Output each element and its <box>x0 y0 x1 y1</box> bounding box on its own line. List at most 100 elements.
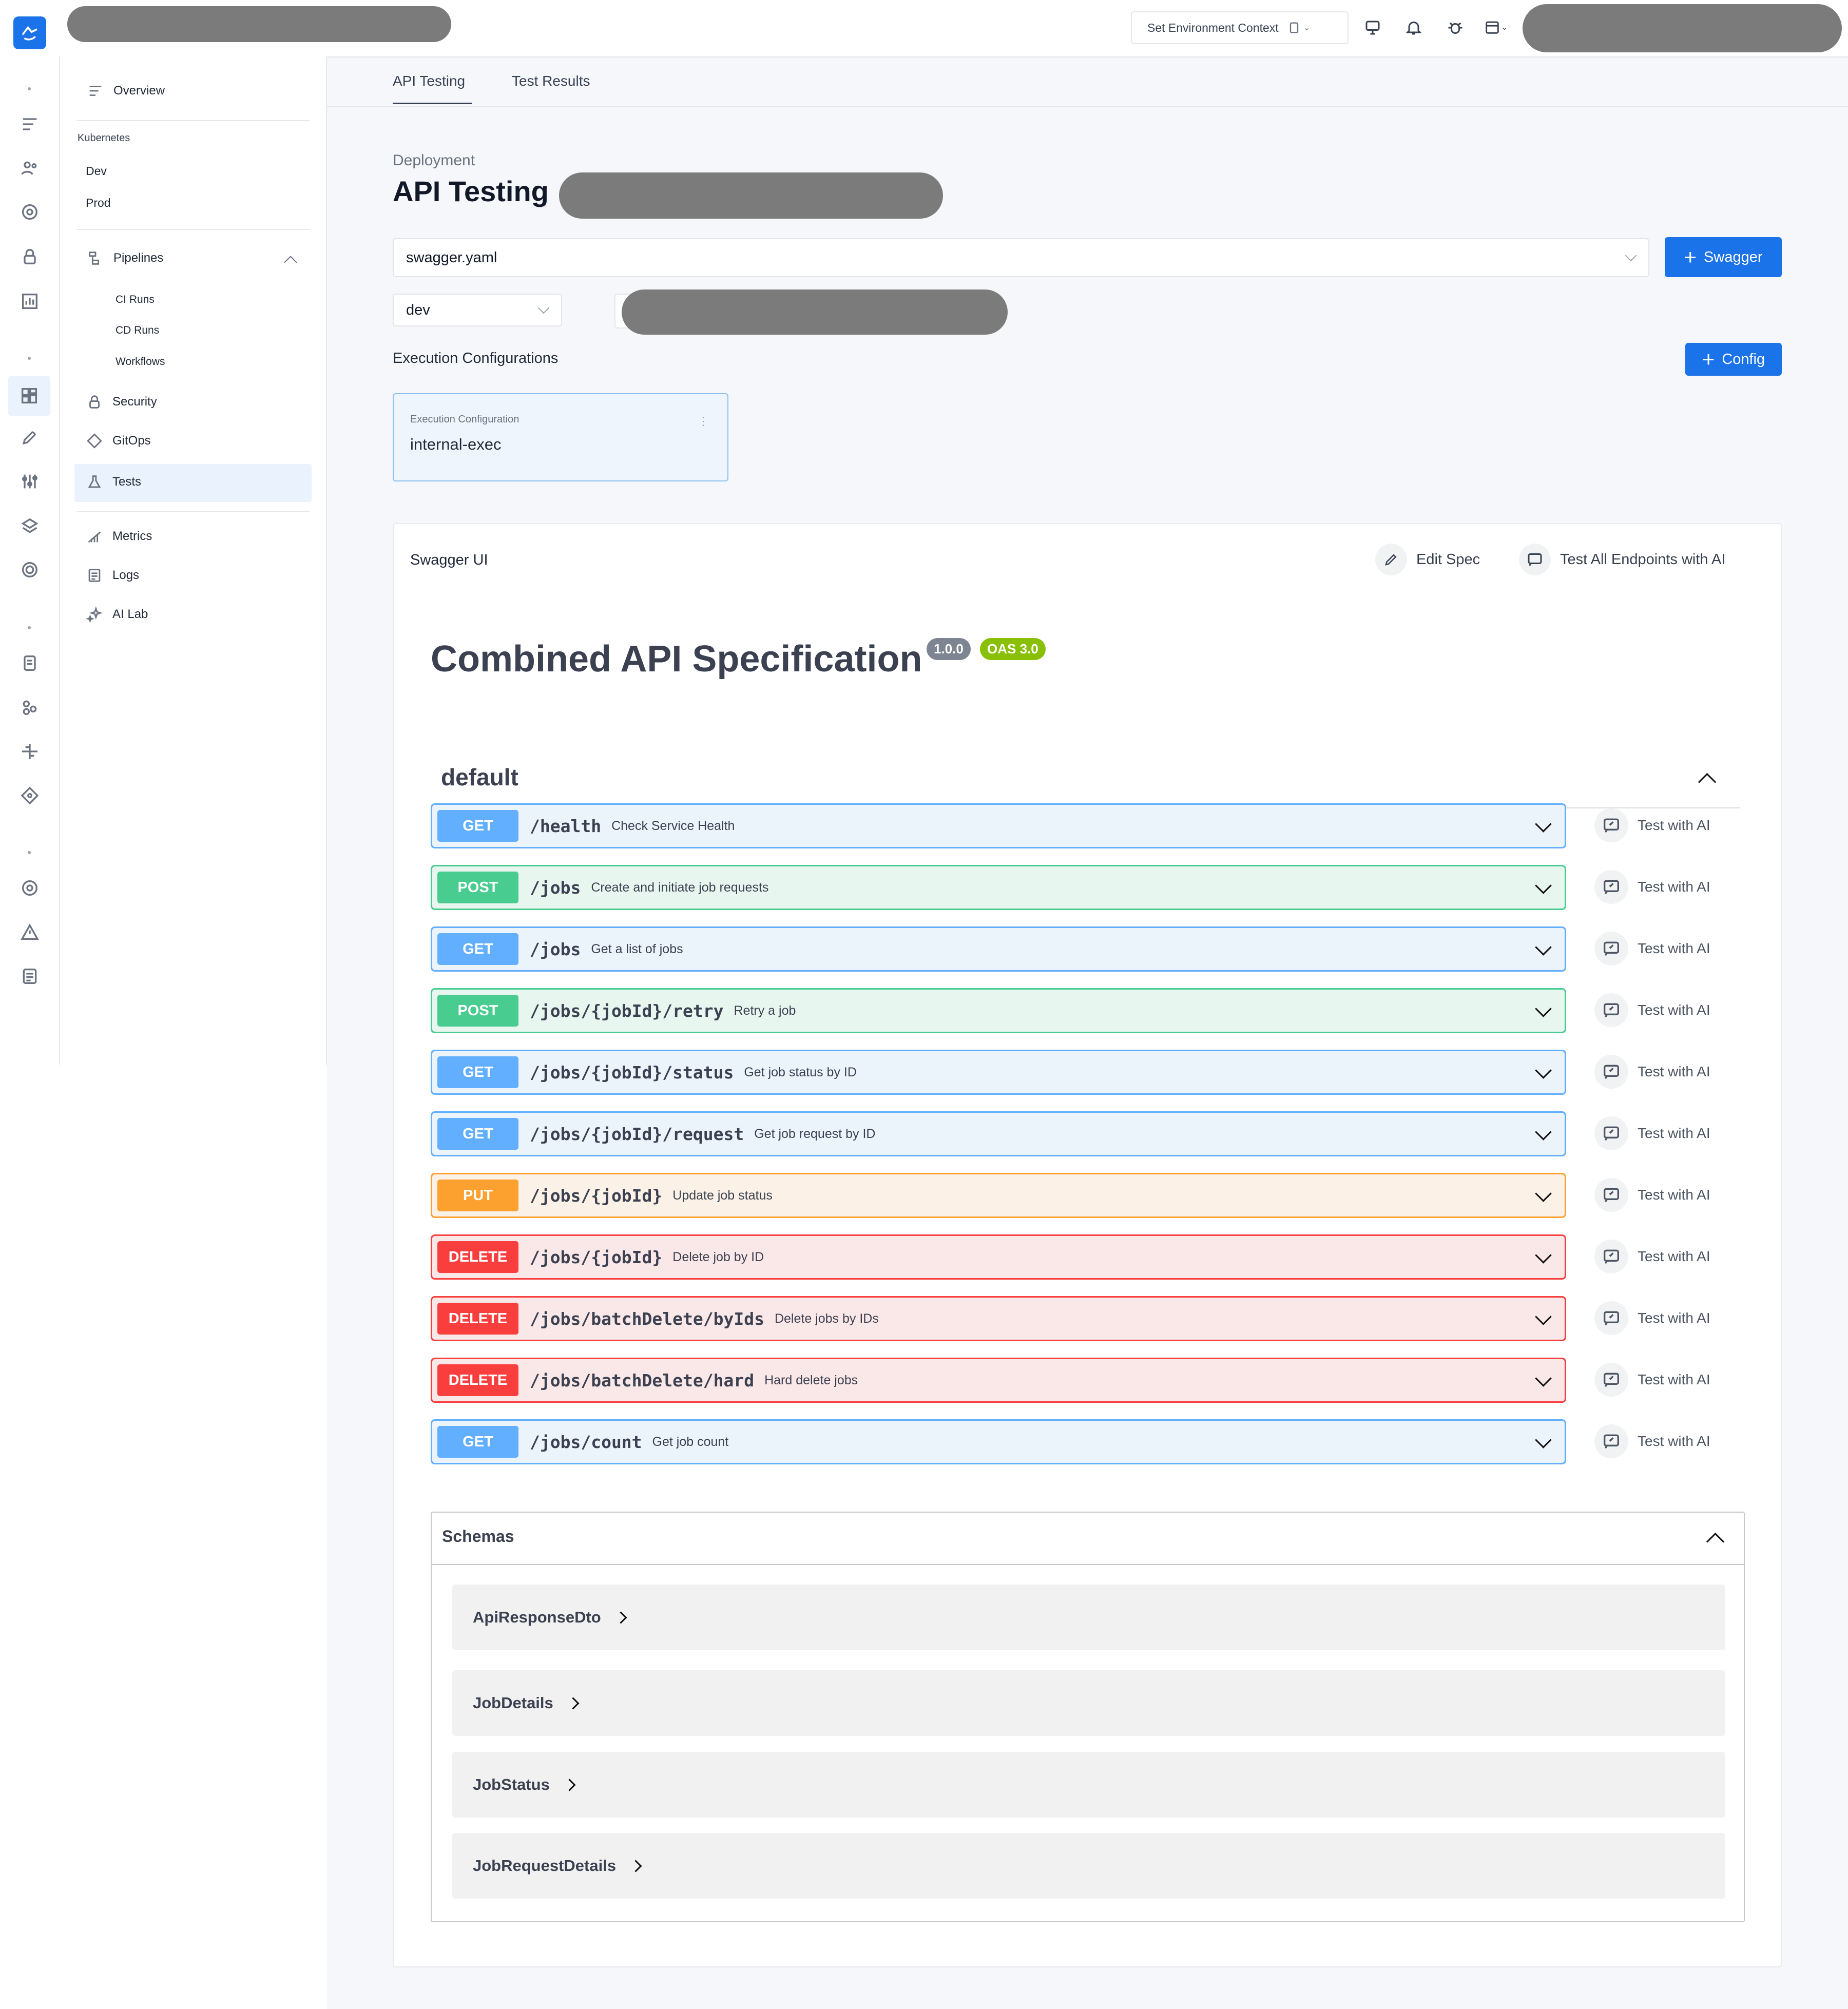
env-context-button[interactable]: Set Environment Context ⌄ <box>1131 11 1349 44</box>
edit-spec-button[interactable]: Edit Spec <box>1375 544 1480 575</box>
operation-path: /jobs/count <box>530 1432 642 1452</box>
gear-icon[interactable] <box>18 201 41 223</box>
chevron-down-icon[interactable] <box>1535 1247 1552 1264</box>
nav-item-ai-lab[interactable]: AI Lab <box>86 606 148 623</box>
chart-icon[interactable] <box>18 290 41 313</box>
chevron-down-icon[interactable] <box>1535 1062 1552 1079</box>
operation-row[interactable]: POST/jobs Create and initiate job request… <box>431 865 1566 910</box>
schema-row[interactable]: ApiResponseDto <box>452 1585 1725 1650</box>
chevron-down-icon[interactable] <box>1535 1370 1552 1387</box>
operation-row[interactable]: GET/jobs/{jobId}/request Get job request … <box>431 1111 1566 1156</box>
nav-item-logs[interactable]: Logs <box>86 567 139 584</box>
monitor-icon[interactable] <box>1363 18 1382 40</box>
add-swagger-button[interactable]: + Swagger <box>1665 237 1782 277</box>
schema-row[interactable]: JobRequestDetails <box>452 1833 1725 1899</box>
chevron-down-icon[interactable] <box>1535 1000 1552 1017</box>
plugins-icon[interactable] <box>18 740 41 763</box>
tab-api-testing[interactable]: API Testing <box>393 73 465 89</box>
test-with-ai-button[interactable]: Test with AI <box>1594 1116 1710 1150</box>
bug-icon[interactable] <box>1446 18 1465 40</box>
test-with-ai-button[interactable]: Test with AI <box>1594 870 1710 904</box>
nav-item-security[interactable]: Security <box>86 393 157 411</box>
kebab-menu-icon[interactable]: ⋮ <box>698 415 709 428</box>
dashboard-icon[interactable] <box>8 376 50 416</box>
tag-default[interactable]: default <box>431 746 1740 808</box>
chevron-right-icon[interactable] <box>563 1778 576 1791</box>
nav-item-dev[interactable]: Dev <box>86 164 107 178</box>
nav-item-cd-runs[interactable]: CD Runs <box>116 324 159 337</box>
operation-row[interactable]: GET/health Check Service Health <box>431 803 1566 848</box>
chevron-up-icon[interactable] <box>284 256 297 269</box>
sliders-icon[interactable] <box>18 470 41 493</box>
nav-item-prod[interactable]: Prod <box>86 196 111 210</box>
operation-row[interactable]: DELETE/jobs/batchDelete/byIds Delete jobs… <box>431 1296 1566 1341</box>
schema-name: JobStatus <box>473 1775 550 1793</box>
chevron-down-icon[interactable] <box>1535 816 1552 833</box>
operation-row[interactable]: PUT/jobs/{jobId} Update job status <box>431 1173 1566 1218</box>
nav-item-overview[interactable]: Overview <box>87 82 165 100</box>
bell-icon[interactable] <box>1404 18 1423 40</box>
git-icon[interactable] <box>18 784 41 807</box>
tab-test-results[interactable]: Test Results <box>512 73 590 89</box>
operation-row[interactable]: DELETE/jobs/batchDelete/hard Hard delete … <box>431 1358 1566 1403</box>
operation-row[interactable]: GET/jobs/{jobId}/status Get job status by… <box>431 1050 1566 1095</box>
users-icon[interactable] <box>18 157 41 180</box>
chevron-right-icon[interactable] <box>629 1859 642 1872</box>
chevron-down-icon[interactable] <box>1535 1308 1552 1325</box>
chevron-right-icon[interactable] <box>614 1611 627 1624</box>
spec-select[interactable]: swagger.yaml <box>393 238 1649 277</box>
nav-item-tests[interactable]: Tests <box>74 464 312 502</box>
test-with-ai-button[interactable]: Test with AI <box>1594 1424 1710 1458</box>
nav-item-gitops[interactable]: GitOps <box>86 432 151 450</box>
nav-item-workflows[interactable]: Workflows <box>116 356 165 368</box>
nav-item-metrics[interactable]: Metrics <box>86 528 152 545</box>
operation-row[interactable]: GET/jobs Get a list of jobs <box>431 926 1566 972</box>
nav-item-ci-runs[interactable]: CI Runs <box>116 294 155 306</box>
operation-row[interactable]: POST/jobs/{jobId}/retry Retry a job <box>431 988 1566 1033</box>
calendar-icon[interactable]: ⌄ <box>1484 18 1508 36</box>
test-with-ai-button[interactable]: Test with AI <box>1594 1240 1710 1273</box>
lock-icon[interactable] <box>18 245 41 268</box>
icon-rail <box>0 56 60 1065</box>
operation-row[interactable]: DELETE/jobs/{jobId} Delete job by ID <box>431 1234 1566 1280</box>
apps-icon[interactable] <box>18 696 41 719</box>
chevron-down-icon[interactable] <box>1535 877 1552 894</box>
app-logo-icon[interactable] <box>13 16 46 49</box>
test-with-ai-button[interactable]: Test with AI <box>1594 1055 1710 1089</box>
redacted-user-menu[interactable] <box>1523 4 1842 52</box>
test-all-ai-button[interactable]: Test All Endpoints with AI <box>1519 544 1725 575</box>
execution-config-card[interactable]: Execution Configuration internal-exec ⋮ <box>393 393 728 481</box>
version-badge: 1.0.0 <box>927 638 971 660</box>
test-with-ai-button[interactable]: Test with AI <box>1594 932 1710 965</box>
document-icon[interactable] <box>18 652 41 674</box>
settings-circle-icon[interactable] <box>18 877 41 899</box>
add-config-button[interactable]: + Config <box>1685 343 1782 376</box>
ai-chat-icon <box>1594 1240 1628 1273</box>
radar-icon[interactable] <box>18 558 41 581</box>
pencil-icon <box>1375 544 1407 575</box>
chevron-down-icon[interactable] <box>1535 939 1552 956</box>
test-with-ai-button[interactable]: Test with AI <box>1594 808 1710 842</box>
schema-row[interactable]: JobDetails <box>452 1670 1725 1736</box>
schemas-header[interactable]: Schemas <box>432 1513 1744 1565</box>
chevron-down-icon[interactable] <box>1535 1432 1552 1448</box>
operation-row[interactable]: GET/jobs/count Get job count <box>431 1419 1566 1464</box>
menu-icon[interactable] <box>18 113 41 136</box>
rocket-icon[interactable] <box>18 426 41 449</box>
chevron-right-icon[interactable] <box>567 1696 580 1710</box>
notes-icon[interactable] <box>18 965 41 988</box>
nav-item-pipelines[interactable]: Pipelines <box>87 249 163 267</box>
chevron-up-icon[interactable] <box>1698 772 1717 791</box>
chevron-up-icon[interactable] <box>1706 1532 1725 1551</box>
test-with-ai-button[interactable]: Test with AI <box>1594 993 1710 1027</box>
layers-icon[interactable] <box>18 515 41 537</box>
test-with-ai-button[interactable]: Test with AI <box>1594 1301 1710 1335</box>
test-with-ai-button[interactable]: Test with AI <box>1594 1178 1710 1212</box>
env-select[interactable]: dev <box>393 294 562 326</box>
warning-icon[interactable] <box>18 921 41 943</box>
chevron-down-icon[interactable] <box>1535 1185 1552 1202</box>
test-with-ai-button[interactable]: Test with AI <box>1594 1363 1710 1397</box>
schema-row[interactable]: JobStatus <box>452 1752 1725 1818</box>
chevron-down-icon[interactable] <box>1535 1124 1552 1141</box>
plus-icon: + <box>1684 245 1697 269</box>
